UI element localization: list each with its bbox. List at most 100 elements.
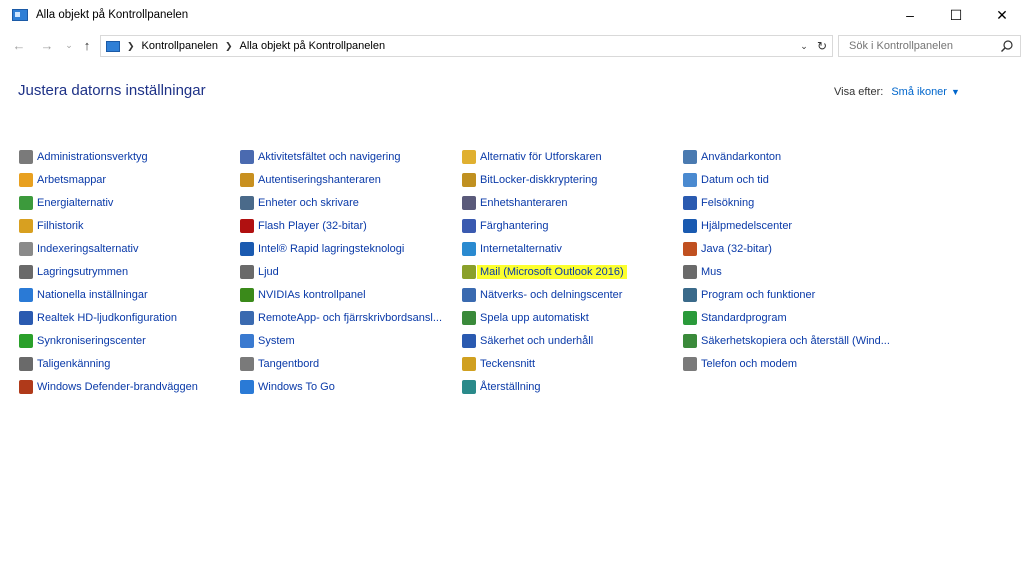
control-panel-item[interactable]: Säkerhetskopiera och återställ (Wind...	[683, 330, 890, 353]
control-panel-item-label[interactable]: Teckensnitt	[480, 358, 535, 370]
control-panel-item[interactable]: Lagringsutrymmen	[19, 260, 198, 283]
up-arrow-icon[interactable]: ↑	[78, 36, 96, 54]
control-panel-item[interactable]: Hjälpmedelscenter	[683, 214, 890, 237]
control-panel-item-label[interactable]: Synkroniseringscenter	[37, 335, 146, 347]
control-panel-item-label[interactable]: Felsökning	[701, 197, 754, 209]
control-panel-item[interactable]: Mail (Microsoft Outlook 2016)	[456, 260, 636, 283]
control-panel-item[interactable]: Synkroniseringscenter	[19, 330, 198, 353]
control-panel-item[interactable]: NVIDIAs kontrollpanel	[240, 284, 442, 307]
control-panel-item-label[interactable]: Windows Defender-brandväggen	[37, 381, 198, 393]
control-panel-item-label[interactable]: Enhetshanteraren	[480, 197, 567, 209]
control-panel-item-label[interactable]: Användarkonton	[701, 151, 781, 163]
control-panel-item-label[interactable]: Taligenkänning	[37, 358, 110, 370]
control-panel-item-label[interactable]: Alternativ för Utforskaren	[480, 151, 602, 163]
forward-arrow-icon[interactable]: →	[38, 36, 56, 54]
control-panel-item-label[interactable]: Internetalternativ	[480, 243, 562, 255]
control-panel-item-label[interactable]: Administrationsverktyg	[37, 151, 148, 163]
control-panel-item-label[interactable]: Hjälpmedelscenter	[701, 220, 792, 232]
control-panel-item[interactable]: Internetalternativ	[462, 237, 627, 260]
search-icon[interactable]	[1000, 39, 1014, 53]
control-panel-item-label[interactable]: Tangentbord	[258, 358, 319, 370]
control-panel-item-label[interactable]: Indexeringsalternativ	[37, 243, 139, 255]
close-button[interactable]: ✕	[979, 0, 1025, 30]
control-panel-item[interactable]: Administrationsverktyg	[19, 145, 198, 168]
control-panel-item[interactable]: Program och funktioner	[683, 284, 890, 307]
control-panel-item-label[interactable]: Flash Player (32-bitar)	[258, 220, 367, 232]
chevron-down-icon[interactable]: ⌄	[796, 41, 812, 52]
control-panel-item-label[interactable]: Säkerhet och underhåll	[480, 335, 593, 347]
control-panel-item[interactable]: Spela upp automatiskt	[462, 307, 627, 330]
control-panel-item[interactable]: Telefon och modem	[683, 353, 890, 376]
control-panel-item-label[interactable]: Program och funktioner	[701, 289, 815, 301]
control-panel-item[interactable]: Indexeringsalternativ	[19, 237, 198, 260]
minimize-button[interactable]: –	[887, 0, 933, 30]
control-panel-item[interactable]: Windows Defender-brandväggen	[19, 376, 198, 399]
control-panel-item[interactable]: Felsökning	[683, 191, 890, 214]
control-panel-item-label[interactable]: Nationella inställningar	[37, 289, 148, 301]
control-panel-item[interactable]: Aktivitetsfältet och navigering	[240, 145, 442, 168]
control-panel-item[interactable]: Enhetshanteraren	[462, 191, 627, 214]
control-panel-item[interactable]: System	[240, 330, 442, 353]
control-panel-item[interactable]: Mus	[683, 260, 890, 283]
control-panel-item-label[interactable]: Aktivitetsfältet och navigering	[258, 151, 400, 163]
control-panel-item[interactable]: Taligenkänning	[19, 353, 198, 376]
control-panel-item[interactable]: Windows To Go	[240, 376, 442, 399]
control-panel-item[interactable]: Arbetsmappar	[19, 168, 198, 191]
control-panel-item-label[interactable]: Enheter och skrivare	[258, 197, 359, 209]
control-panel-item[interactable]: Flash Player (32-bitar)	[240, 214, 442, 237]
control-panel-item[interactable]: Standardprogram	[683, 307, 890, 330]
control-panel-item-label[interactable]: Energialternativ	[37, 197, 113, 209]
control-panel-item[interactable]: Realtek HD-ljudkonfiguration	[19, 307, 198, 330]
control-panel-item[interactable]: Färghantering	[462, 214, 627, 237]
control-panel-item[interactable]: Alternativ för Utforskaren	[462, 145, 627, 168]
control-panel-item-label[interactable]: Java (32-bitar)	[701, 243, 772, 255]
control-panel-item[interactable]: Java (32-bitar)	[683, 237, 890, 260]
control-panel-item-label[interactable]: Intel® Rapid lagringsteknologi	[258, 243, 404, 255]
control-panel-item-label[interactable]: Windows To Go	[258, 381, 335, 393]
control-panel-item-label[interactable]: Säkerhetskopiera och återställ (Wind...	[701, 335, 890, 347]
control-panel-item[interactable]: Säkerhet och underhåll	[462, 330, 627, 353]
refresh-icon[interactable]: ↻	[812, 39, 832, 53]
control-panel-item[interactable]: Energialternativ	[19, 191, 198, 214]
control-panel-item-label[interactable]: Mail (Microsoft Outlook 2016)	[477, 265, 627, 280]
control-panel-item[interactable]: BitLocker-diskkryptering	[462, 168, 627, 191]
control-panel-item-label[interactable]: Återställning	[480, 381, 541, 393]
control-panel-item[interactable]: Datum och tid	[683, 168, 890, 191]
control-panel-item-label[interactable]: Mus	[701, 266, 722, 278]
control-panel-item[interactable]: Intel® Rapid lagringsteknologi	[240, 237, 442, 260]
control-panel-item[interactable]: Användarkonton	[683, 145, 890, 168]
control-panel-item-label[interactable]: BitLocker-diskkryptering	[480, 174, 597, 186]
control-panel-item-label[interactable]: Arbetsmappar	[37, 174, 106, 186]
control-panel-item-label[interactable]: Telefon och modem	[701, 358, 797, 370]
control-panel-item[interactable]: Teckensnitt	[462, 353, 627, 376]
control-panel-item-label[interactable]: Autentiseringshanteraren	[258, 174, 381, 186]
control-panel-item[interactable]: RemoteApp- och fjärrskrivbordsansl...	[240, 307, 442, 330]
control-panel-item[interactable]: Återställning	[462, 376, 627, 399]
back-arrow-icon[interactable]: ←	[10, 36, 28, 54]
control-panel-item[interactable]: Enheter och skrivare	[240, 191, 442, 214]
search-box[interactable]	[838, 35, 1021, 57]
view-by-dropdown[interactable]: Små ikoner	[891, 86, 947, 98]
control-panel-item-label[interactable]: Realtek HD-ljudkonfiguration	[37, 312, 177, 324]
control-panel-item-label[interactable]: Datum och tid	[701, 174, 769, 186]
control-panel-item-label[interactable]: Nätverks- och delningscenter	[480, 289, 622, 301]
caret-down-icon[interactable]: ▼	[951, 87, 960, 97]
breadcrumb-all-items[interactable]: Alla objekt på Kontrollpanelen	[240, 40, 386, 52]
address-bar[interactable]: ❯ Kontrollpanelen ❯ Alla objekt på Kontr…	[100, 35, 833, 57]
control-panel-item-label[interactable]: Ljud	[258, 266, 279, 278]
recent-locations-icon[interactable]: ⌄	[60, 36, 78, 54]
maximize-button[interactable]: ☐	[933, 0, 979, 30]
breadcrumb-control-panel[interactable]: Kontrollpanelen	[142, 40, 218, 52]
control-panel-item-label[interactable]: NVIDIAs kontrollpanel	[258, 289, 366, 301]
control-panel-item-label[interactable]: System	[258, 335, 295, 347]
control-panel-item[interactable]: Ljud	[240, 260, 442, 283]
control-panel-item-label[interactable]: RemoteApp- och fjärrskrivbordsansl...	[258, 312, 442, 324]
control-panel-item-label[interactable]: Spela upp automatiskt	[480, 312, 589, 324]
control-panel-item[interactable]: Nationella inställningar	[19, 284, 198, 307]
control-panel-item[interactable]: Autentiseringshanteraren	[240, 168, 442, 191]
control-panel-item-label[interactable]: Färghantering	[480, 220, 549, 232]
control-panel-item[interactable]: Tangentbord	[240, 353, 442, 376]
search-input[interactable]	[849, 40, 989, 52]
control-panel-item-label[interactable]: Standardprogram	[701, 312, 787, 324]
control-panel-item[interactable]: Nätverks- och delningscenter	[462, 284, 627, 307]
